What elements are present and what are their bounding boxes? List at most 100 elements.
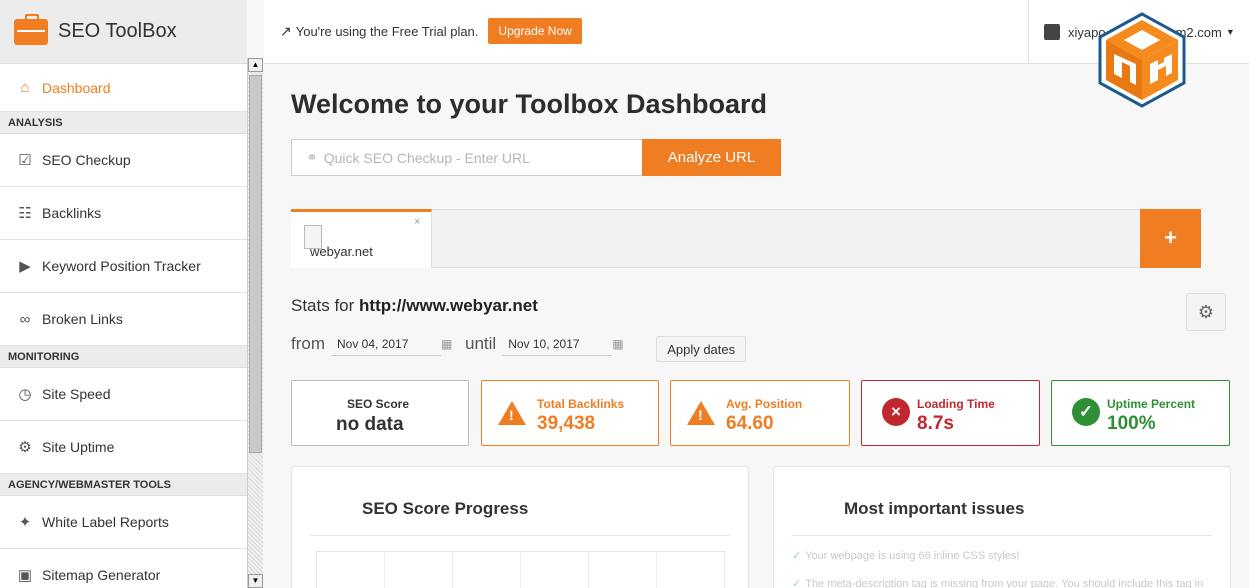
brand[interactable]: SEO ToolBox [0,0,247,64]
card-value: 39,438 [537,413,596,434]
chevron-down-icon: ▼ [1225,27,1235,37]
card-label: Uptime Percent [1107,397,1196,411]
card-value: no data [336,414,404,435]
analyze-url-button[interactable]: Analyze URL [642,139,781,176]
add-site-button[interactable]: + [1140,209,1201,268]
issue-text: Your webpage is using 66 inline CSS styl… [805,550,1020,562]
upgrade-button[interactable]: Upgrade Now [488,18,582,44]
sidebar-item-keyword-position-tracker[interactable]: ▶ Keyword Position Tracker [0,240,247,293]
scroll-down-arrow[interactable]: ▼ [248,574,263,588]
sidebar-item-label: SEO Checkup [42,152,131,168]
watermark-logo [1098,12,1186,108]
sitemap-icon: ▣ [17,567,33,584]
scroll-up-arrow[interactable]: ▲ [248,58,263,72]
card-uptime-percent[interactable]: ✓ Uptime Percent 100% [1051,380,1230,446]
sidebar-item-broken-links[interactable]: ∞ Broken Links [0,293,247,346]
sidebar-item-white-label-reports[interactable]: ✦ White Label Reports [0,496,247,549]
card-avg-position[interactable]: ! Avg. Position 64.60 [670,380,850,446]
sidebar-item-label: Dashboard [42,79,111,96]
check-icon: ✓ [1072,398,1100,426]
uptime-icon: ⚙ [18,439,32,456]
link-icon: ⚭ [306,149,318,165]
card-value: 100% [1107,413,1156,434]
panel-title: SEO Score Progress [362,499,529,518]
card-value: 8.7s [917,413,954,434]
card-seo-score[interactable]: SEO Score no data [291,380,469,446]
sidebar-item-label: Keyword Position Tracker [42,258,201,274]
page-title: Welcome to your Toolbox Dashboard [291,89,768,119]
tab-webyar[interactable]: webyar.net × [291,209,432,268]
card-label: Avg. Position [726,397,803,411]
issue-item: ✓ Your webpage is using 66 inline CSS sty… [792,549,1019,562]
issue-item: ✓ The meta-description tag is missing fro… [792,577,1203,588]
card-loading-time[interactable]: × Loading Time 8.7s [861,380,1040,446]
sidebar-item-seo-checkup[interactable]: ☑ SEO Checkup [0,134,247,187]
toolbox-icon [14,13,48,45]
globe-icon: ☷ [18,205,32,222]
sidebar-item-site-speed[interactable]: ◷ Site Speed [0,368,247,421]
tag-icon: ▶ [19,258,31,275]
until-label: until [465,334,497,353]
card-label: Total Backlinks [537,397,625,411]
sidebar-section-agency-tools: AGENCY/WEBMASTER TOOLS [0,474,247,496]
trial-notice: ↗ You're using the Free Trial plan. Upgr… [280,18,582,44]
sidebar: SEO ToolBox ⌂ Dashboard ANALYSIS ☑ SEO C… [0,0,247,588]
sidebar-item-label: Site Speed [42,386,111,402]
issue-text: The meta-description tag is missing from… [805,578,1204,588]
sidebar-item-label: White Label Reports [42,514,169,530]
quick-checkup-placeholder: Quick SEO Checkup - Enter URL [323,149,530,166]
magic-wand-icon: ✦ [18,514,32,531]
from-label: from [291,334,325,353]
stats-prefix: Stats for [291,296,355,315]
check-icon: ✓ [792,578,802,588]
gear-icon: ⚙ [1197,302,1215,322]
warning-icon: ! [498,401,526,425]
panel-title: Most important issues [844,499,1025,518]
account-icon [1044,24,1060,40]
check-icon: ✓ [792,550,802,562]
warning-icon: ! [687,401,715,425]
until-date-input[interactable] [502,332,613,356]
trend-up-icon: ↗ [280,22,292,39]
calendar-icon[interactable]: ▦ [441,337,459,351]
date-range: from ▦ until ▦ Apply dates [291,331,747,362]
sidebar-section-monitoring: MONITORING [0,346,247,368]
site-tabbar: webyar.net × + [291,209,1201,268]
clipboard-check-icon: ☑ [18,152,32,169]
card-value: 64.60 [726,413,774,434]
card-label: Loading Time [917,397,995,411]
scroll-thumb[interactable] [249,75,262,453]
sidebar-item-site-uptime[interactable]: ⚙ Site Uptime [0,421,247,474]
stats-heading: Stats for http://www.webyar.net [291,296,538,316]
main-content: Welcome to your Toolbox Dashboard ⚭ Quic… [264,64,1249,588]
calendar-icon[interactable]: ▦ [612,337,630,351]
stats-url: http://www.webyar.net [359,296,538,315]
sidebar-item-dashboard[interactable]: ⌂ Dashboard [0,64,247,112]
sidebar-item-sitemap-generator[interactable]: ▣ Sitemap Generator [0,549,247,588]
divider [310,535,730,536]
sidebar-item-backlinks[interactable]: ☷ Backlinks [0,187,247,240]
score-chart [316,551,726,588]
divider [792,535,1212,536]
close-icon[interactable]: × [414,216,420,228]
broken-link-icon: ∞ [19,310,31,328]
sidebar-item-label: Backlinks [42,205,102,221]
quick-checkup-input[interactable]: ⚭ Quick SEO Checkup - Enter URL [291,139,642,176]
apply-dates-button[interactable]: Apply dates [656,336,747,362]
sidebar-scrollbar[interactable]: ▲ ▼ [247,58,263,588]
trial-text: You're using the Free Trial plan. [295,23,479,39]
seo-score-progress-panel: SEO Score Progress [291,466,749,588]
important-issues-panel: Most important issues ✓ Your webpage is u… [773,466,1231,588]
sidebar-item-label: Site Uptime [42,439,115,455]
home-icon: ⌂ [20,79,30,96]
card-total-backlinks[interactable]: ! Total Backlinks 39,438 [481,380,659,446]
card-label: SEO Score [347,397,410,411]
tab-label: webyar.net [310,244,373,259]
stopwatch-icon: ◷ [18,386,32,403]
app: SEO ToolBox ⌂ Dashboard ANALYSIS ☑ SEO C… [0,0,1249,588]
sidebar-item-label: Broken Links [42,311,123,327]
settings-button[interactable]: ⚙ [1186,293,1226,331]
sidebar-section-analysis: ANALYSIS [0,112,247,134]
brand-name: SEO ToolBox [58,20,177,42]
from-date-input[interactable] [331,332,441,356]
